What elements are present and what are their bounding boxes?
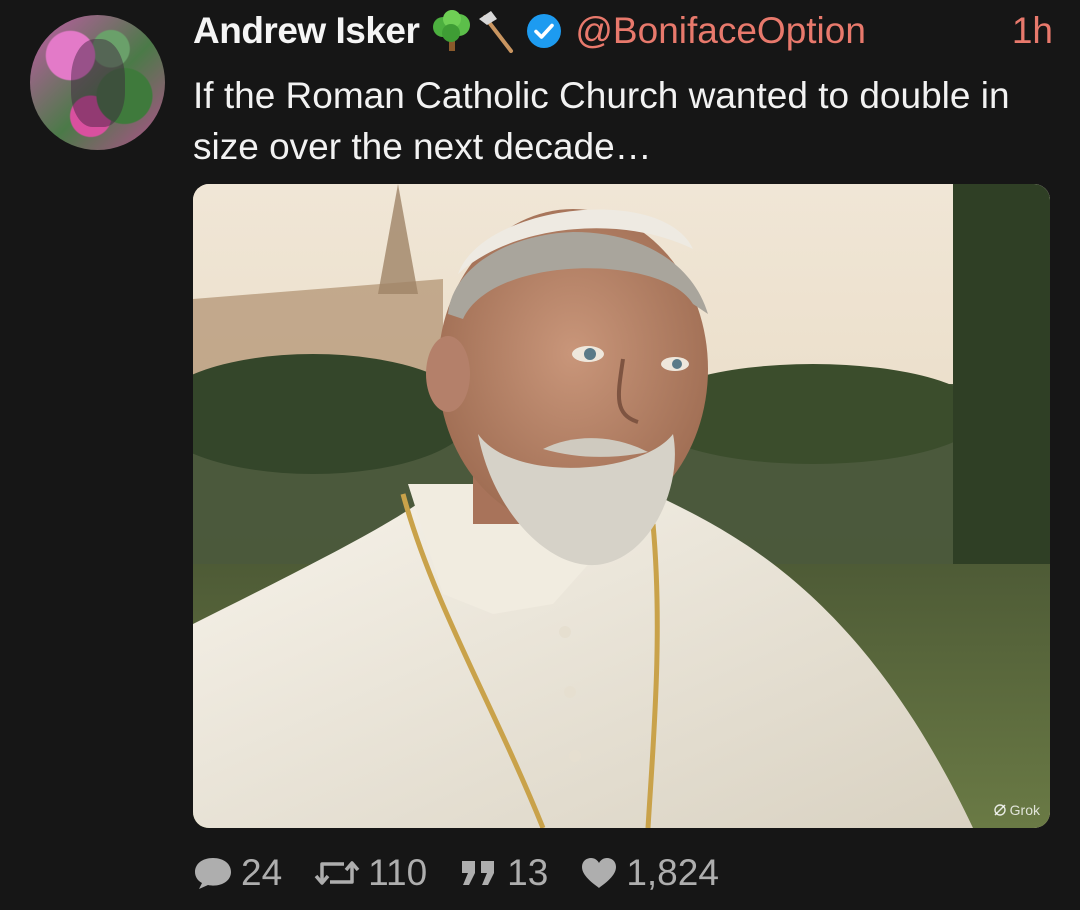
reply-count: 24 xyxy=(241,852,283,893)
author-handle[interactable]: @BonifaceOption xyxy=(575,10,866,52)
post-header: Andrew Isker @BonifaceOption 1h xyxy=(193,6,1053,56)
heart-icon xyxy=(582,858,617,888)
post[interactable]: Andrew Isker @BonifaceOption 1h If the R… xyxy=(0,0,1080,910)
grok-watermark: Grok xyxy=(993,802,1040,818)
verified-badge-icon xyxy=(527,14,562,48)
post-image[interactable]: Grok xyxy=(193,184,1050,828)
quote-count: 13 xyxy=(507,852,549,893)
grok-label: Grok xyxy=(1009,802,1040,818)
axe-icon xyxy=(479,11,514,53)
author-name[interactable]: Andrew Isker xyxy=(193,10,420,52)
quote-icon xyxy=(462,861,495,885)
quote-button[interactable]: 13 xyxy=(459,852,548,894)
post-text: If the Roman Catholic Church wanted to d… xyxy=(193,75,1010,167)
reply-button[interactable]: 24 xyxy=(193,852,282,894)
repost-icon xyxy=(314,861,360,885)
grok-icon xyxy=(993,804,1006,816)
tree-icon xyxy=(433,10,471,51)
author-avatar[interactable] xyxy=(30,15,165,150)
reply-icon xyxy=(195,858,231,889)
repost-count: 110 xyxy=(368,852,428,893)
like-button[interactable]: 1,824 xyxy=(580,852,719,894)
post-actions: 24 110 13 1,824 xyxy=(193,848,751,898)
post-time[interactable]: 1h xyxy=(1012,10,1053,52)
pope-portrait-illustration xyxy=(193,184,1050,828)
like-count: 1,824 xyxy=(626,852,719,893)
repost-button[interactable]: 110 xyxy=(314,852,427,894)
